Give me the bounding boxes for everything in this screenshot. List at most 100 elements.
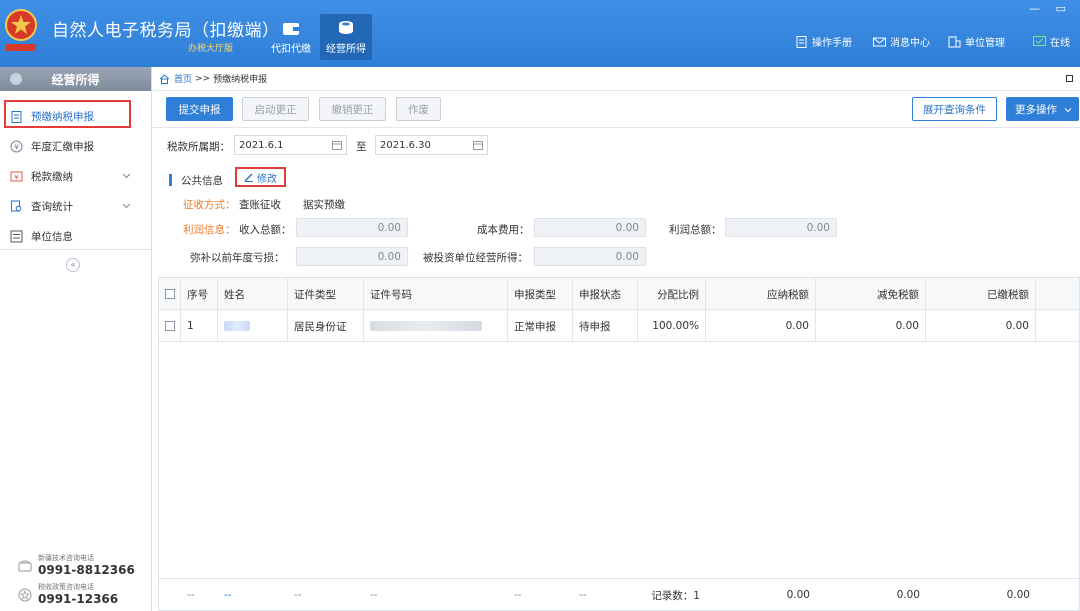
row-select-cell[interactable] (159, 310, 181, 342)
period-to-label: 至 (356, 141, 367, 153)
header-tax-paid: 已缴税额 (926, 278, 1036, 310)
yen-circle-icon: ¥ (10, 140, 23, 152)
profit-total-label: 利润总额： (669, 224, 722, 236)
star-badge-icon (18, 588, 32, 602)
record-count: 记录数：1 (651, 589, 700, 602)
sidebar-header: 经营所得 (0, 67, 151, 91)
svg-text:¥: ¥ (14, 142, 19, 151)
breadcrumb-current: 预缴纳税申报 (213, 75, 268, 85)
chevron-down-icon (122, 173, 131, 179)
submit-declaration-button[interactable]: 提交申报 (166, 97, 233, 121)
prepay-mode-value: 据实预缴 (303, 199, 345, 211)
clipboard-icon (11, 110, 22, 123)
svg-text:¥: ¥ (14, 173, 19, 181)
cell-name-redacted (218, 310, 288, 342)
cell-tax-due: 0.00 (706, 310, 816, 342)
unit-management-link[interactable]: 单位管理 (948, 34, 1005, 49)
foot-tax-relief: 0.00 (896, 589, 920, 601)
start-correction-button[interactable]: 启动更正 (242, 97, 309, 121)
chevron-down-icon (122, 203, 131, 209)
foot-decl-type: -- (514, 589, 522, 601)
pencil-icon (244, 173, 253, 182)
tech-hotline: 新疆技术咨询电话 0991-8812366 (18, 553, 135, 577)
phone-icon (18, 560, 32, 572)
header-seq: 序号 (181, 278, 218, 310)
collection-method-label: 征收方式： (183, 199, 236, 211)
chevron-down-icon (1064, 108, 1072, 113)
cancel-correction-button[interactable]: 撤销更正 (319, 97, 386, 121)
app-subtitle: 办税大厅版 (188, 44, 234, 54)
module-business-income[interactable]: 经营所得 (320, 14, 372, 60)
expand-query-button[interactable]: 展开查询条件 (912, 97, 997, 121)
cell-tax-paid: 0.00 (926, 310, 1036, 342)
sidebar-item-unit-info[interactable]: 单位信息 (0, 221, 151, 251)
app-title: 自然人电子税务局（扣缴端） (52, 21, 280, 41)
window-controls[interactable]: — ▭ (1029, 2, 1072, 15)
policy-hotline: 税收政策咨询电话 0991-12366 (18, 582, 118, 606)
header-filler (1036, 278, 1079, 310)
building-icon (948, 36, 961, 47)
foot-id-type: -- (294, 589, 302, 601)
period-start-input[interactable]: 2021.6.1 (234, 135, 347, 155)
top-bar: 自然人电子税务局（扣缴端） 办税大厅版 代扣代缴 经营所得 操作手册 消息中心 … (0, 0, 1080, 67)
breadcrumb-separator: >> (195, 73, 211, 84)
tax-emblem-icon (5, 9, 37, 51)
foot-tax-paid: 0.00 (1006, 589, 1030, 601)
invested-income-label: 被投资单位经营所得： (423, 252, 528, 264)
breadcrumb: 首页 >> 预缴纳税申报 (153, 67, 1080, 91)
select-all-cell[interactable] (159, 278, 181, 310)
cell-ratio: 100.00% (638, 310, 706, 342)
toolbar: 提交申报 启动更正 撤销更正 作废 展开查询条件 更多操作 (153, 95, 1080, 127)
restore-icon[interactable] (1066, 75, 1073, 82)
sidebar-item-tax-payment[interactable]: ¥ 税款缴纳 (0, 161, 151, 191)
cell-decl-type: 正常申报 (508, 310, 573, 342)
sidebar-item-prepay-declaration[interactable]: 预缴纳税申报 (0, 101, 151, 131)
redacted-name (224, 321, 250, 331)
loss-carryover-label: 弥补以前年度亏损： (190, 252, 285, 264)
more-operations-button[interactable]: 更多操作 (1006, 97, 1079, 121)
module-label: 代扣代缴 (271, 44, 311, 55)
income-total-field: 0.00 (296, 218, 408, 237)
foot-seq: -- (187, 589, 195, 601)
header-ratio: 分配比例 (638, 278, 706, 310)
document-icon (796, 35, 807, 48)
sidebar: 经营所得 预缴纳税申报 ¥ 年度汇缴申报 ¥ 税款缴纳 查询统计 单位信息 « … (0, 67, 152, 611)
profit-total-field: 0.00 (725, 218, 837, 237)
breadcrumb-home[interactable]: 首页 (174, 72, 192, 85)
collapse-sidebar-button[interactable]: « (66, 258, 80, 272)
period-label: 税款所属期： (167, 141, 230, 153)
collection-method-value: 查账征收 (239, 199, 281, 211)
void-button[interactable]: 作废 (396, 97, 441, 121)
sidebar-divider (0, 249, 151, 250)
cost-label: 成本费用： (477, 224, 530, 236)
row-checkbox[interactable] (164, 321, 175, 331)
public-info-title: 公共信息 (181, 175, 223, 187)
select-all-checkbox[interactable] (164, 289, 175, 299)
header-id-number: 证件号码 (364, 278, 508, 310)
loss-carryover-field: 0.00 (296, 247, 408, 266)
header-decl-type: 申报类型 (508, 278, 573, 310)
manual-link[interactable]: 操作手册 (795, 34, 852, 49)
message-center-link[interactable]: 消息中心 (873, 34, 930, 49)
sidebar-item-annual-declaration[interactable]: ¥ 年度汇缴申报 (0, 131, 151, 161)
online-status[interactable]: 在线 (1033, 34, 1070, 49)
period-end-input[interactable]: 2021.6.30 (375, 135, 488, 155)
module-withholding[interactable]: 代扣代缴 (265, 14, 317, 60)
wallet-icon (283, 23, 299, 35)
home-icon (159, 73, 170, 84)
table-row[interactable]: 1 居民身份证 正常申报 待申报 100.00% 0.00 0.00 0.00 (159, 310, 1079, 342)
header-decl-status: 申报状态 (573, 278, 638, 310)
profit-info-label: 利润信息： (183, 224, 236, 236)
monitor-check-icon (1033, 35, 1046, 46)
module-icon (10, 73, 22, 85)
edit-public-info-link[interactable]: 修改 (235, 167, 286, 187)
calendar-icon (473, 141, 483, 150)
table-header-row: 序号 姓名 证件类型 证件号码 申报类型 申报状态 分配比例 应纳税额 减免税额… (159, 278, 1079, 310)
main-content: 首页 >> 预缴纳税申报 提交申报 启动更正 撤销更正 作废 展开查询条件 更多… (153, 67, 1080, 611)
cell-filler (1036, 310, 1079, 342)
header-name: 姓名 (218, 278, 288, 310)
sidebar-item-query-statistics[interactable]: 查询统计 (0, 191, 151, 221)
redacted-id-number (370, 321, 482, 331)
cell-decl-status: 待申报 (573, 310, 638, 342)
header-id-type: 证件类型 (288, 278, 364, 310)
